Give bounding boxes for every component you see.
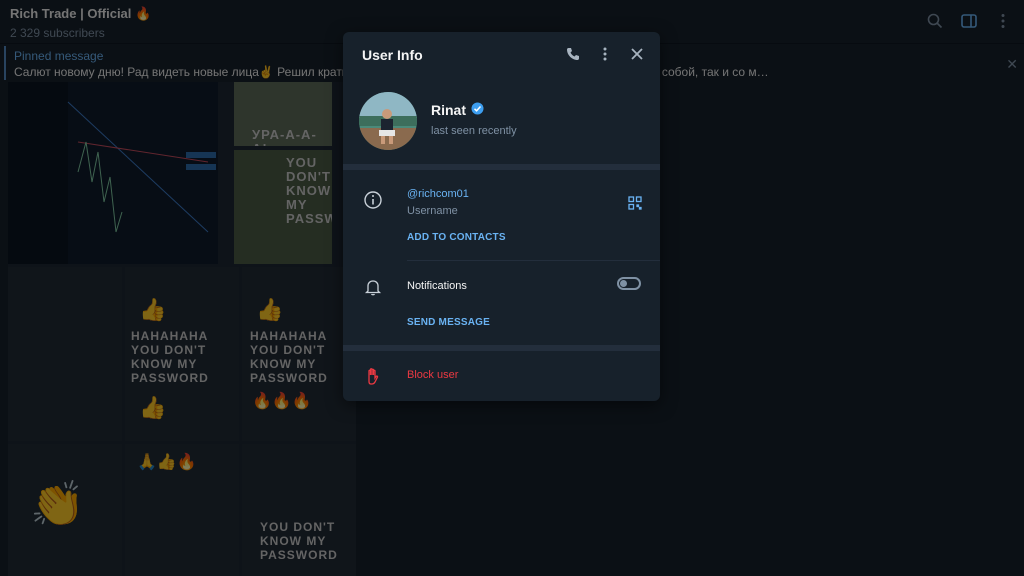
bell-icon <box>363 277 383 297</box>
user-name-text: Rinat <box>431 102 466 118</box>
notifications-label: Notifications <box>407 280 467 292</box>
phone-icon[interactable] <box>564 45 582 63</box>
info-icon <box>363 190 383 210</box>
close-icon[interactable] <box>628 45 646 63</box>
user-info-dialog: User Info Rinat last seen recently @rich… <box>343 32 660 401</box>
user-name: Rinat <box>431 102 484 118</box>
notifications-section: Notifications SEND MESSAGE <box>343 263 660 345</box>
username-value[interactable]: @richcom01 <box>407 188 469 200</box>
row-divider <box>407 260 660 261</box>
block-user-row[interactable]: Block user <box>343 351 660 401</box>
block-hand-icon <box>363 366 383 386</box>
verified-icon <box>471 102 484 118</box>
qr-code-icon[interactable] <box>628 196 642 210</box>
last-seen-status: last seen recently <box>431 125 517 137</box>
block-user-button[interactable]: Block user <box>407 369 458 381</box>
avatar[interactable] <box>359 92 417 150</box>
dialog-header: User Info <box>343 32 660 78</box>
username-section: @richcom01 Username ADD TO CONTACTS <box>343 170 660 263</box>
dialog-title: User Info <box>362 47 423 63</box>
add-to-contacts-button[interactable]: ADD TO CONTACTS <box>407 232 506 243</box>
username-label: Username <box>407 205 458 217</box>
notifications-toggle[interactable] <box>617 277 641 290</box>
profile-section: Rinat last seen recently <box>343 78 660 164</box>
more-vertical-icon[interactable] <box>596 45 614 63</box>
send-message-button[interactable]: SEND MESSAGE <box>407 317 490 328</box>
